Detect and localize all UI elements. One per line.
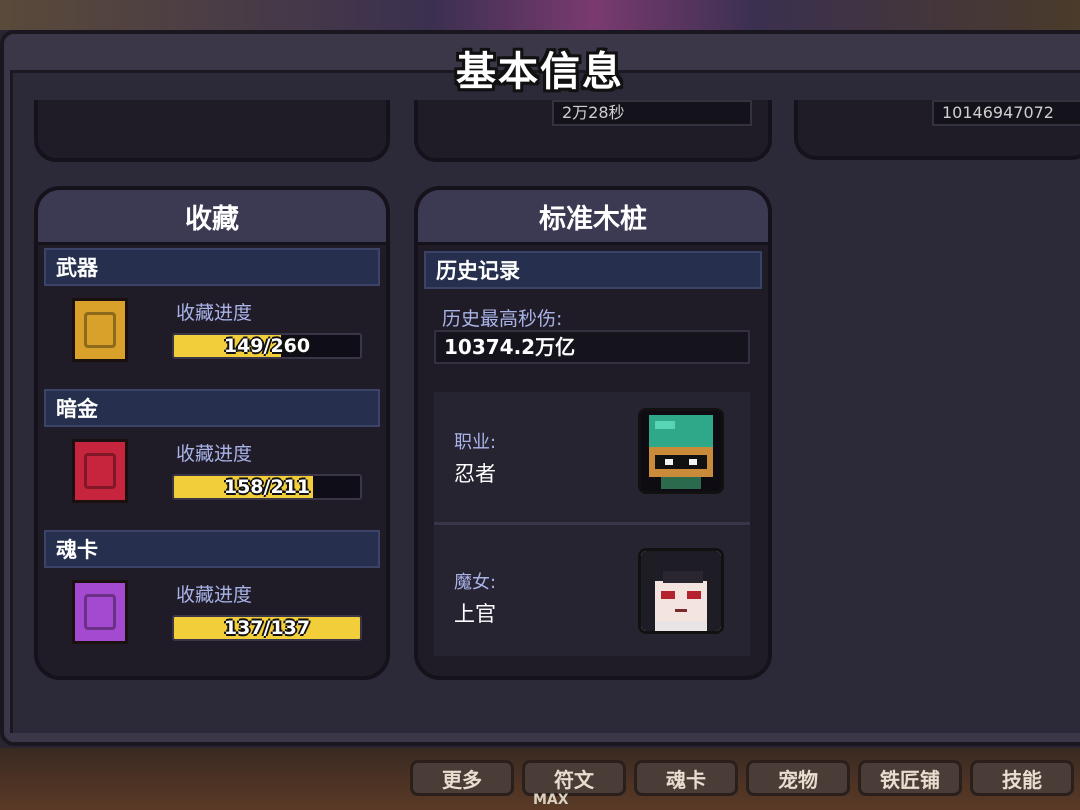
witch-portrait-icon xyxy=(638,548,724,634)
collection-progress-label: 收藏进度 xyxy=(176,443,253,465)
collection-progress-text: 158/211 xyxy=(223,476,311,498)
witch-label: 魔女: xyxy=(454,572,497,593)
collection-row: 收藏进度 158/211 xyxy=(38,427,386,527)
collection-progress-bar: 137/137 xyxy=(172,615,362,641)
dialog-title: 基本信息 xyxy=(456,49,624,95)
dummy-card-header: 标准木桩 xyxy=(418,190,768,245)
soul-card-book-icon xyxy=(72,580,128,644)
max-dps-label: 历史最高秒伤: xyxy=(442,308,563,330)
witch-value: 上官 xyxy=(454,602,496,626)
history-record-header: 历史记录 xyxy=(424,251,762,289)
stub-middle-value: 2万28秒 xyxy=(552,100,752,126)
max-label: MAX xyxy=(533,792,569,808)
dummy-card: 标准木桩 历史记录 历史最高秒伤: 10374.2万亿 职业: 忍者 魔女: 上… xyxy=(414,186,772,680)
bottom-tab[interactable]: 铁匠铺 xyxy=(858,760,962,796)
collection-card: 收藏 武器 收藏进度 149/260 暗金 收藏进度 158/211 魂卡 收藏进度 137/1… xyxy=(34,186,390,680)
collection-card-header: 收藏 xyxy=(38,190,386,245)
bottom-tab[interactable]: 魂卡 xyxy=(634,760,738,796)
collection-row: 收藏进度 149/260 xyxy=(38,286,386,386)
game-background-top xyxy=(0,0,1080,30)
stub-card-left xyxy=(34,100,390,162)
collection-progress-text: 137/137 xyxy=(223,617,311,639)
collection-section-header: 武器 xyxy=(44,248,380,286)
bottom-tab[interactable]: 宠物 xyxy=(746,760,850,796)
collection-progress-label: 收藏进度 xyxy=(176,302,253,324)
collection-progress-text: 149/260 xyxy=(223,335,311,357)
collection-section-header: 魂卡 xyxy=(44,530,380,568)
bottom-tab-bar: 更多 符文 魂卡 宠物 铁匠铺 技能 xyxy=(410,760,1074,796)
collection-progress-bar: 149/260 xyxy=(172,333,362,359)
weapon-book-icon xyxy=(72,298,128,362)
dark-gold-book-icon xyxy=(72,439,128,503)
collection-title: 收藏 xyxy=(185,203,239,235)
stub-card-middle: 2万28秒 xyxy=(414,100,772,162)
collection-progress-label: 收藏进度 xyxy=(176,584,253,606)
bottom-tab[interactable]: 更多 xyxy=(410,760,514,796)
character-info-panel: 职业: 忍者 魔女: 上官 xyxy=(434,392,750,656)
dummy-title: 标准木桩 xyxy=(539,203,647,235)
bottom-tab[interactable]: 符文 xyxy=(522,760,626,796)
dialog-title-bar: 基本信息 xyxy=(0,34,1080,102)
stub-right-value: 10146947072 xyxy=(932,100,1080,126)
collection-section-header: 暗金 xyxy=(44,389,380,427)
info-divider xyxy=(434,522,750,525)
bottom-tab[interactable]: 技能 xyxy=(970,760,1074,796)
class-label: 职业: xyxy=(454,432,497,453)
ninja-portrait-icon xyxy=(638,408,724,494)
collection-progress-bar: 158/211 xyxy=(172,474,362,500)
stub-card-right: 10146947072 xyxy=(794,100,1080,160)
class-value: 忍者 xyxy=(454,462,496,486)
collection-row: 收藏进度 137/137 xyxy=(38,568,386,668)
max-dps-value: 10374.2万亿 xyxy=(434,330,750,364)
